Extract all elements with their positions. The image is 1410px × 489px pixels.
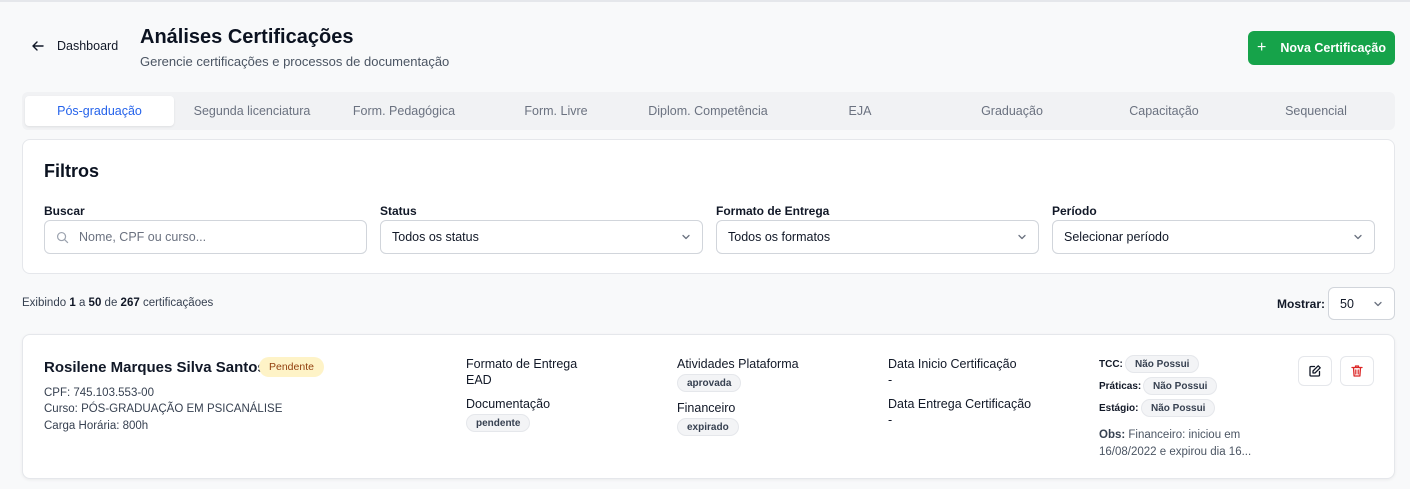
activities-label: Atividades Plataforma xyxy=(677,357,799,371)
tab-segunda-licenciatura[interactable]: Segunda licenciatura xyxy=(177,96,327,126)
chevron-down-icon xyxy=(682,234,690,240)
praticas-label: Práticas: xyxy=(1099,381,1142,392)
format-value: Todos os formatos xyxy=(728,230,831,244)
period-select[interactable]: Selecionar período xyxy=(1052,220,1375,254)
results-prefix: Exibindo xyxy=(22,297,67,309)
status-value: Todos os status xyxy=(392,230,479,244)
start-date-label: Data Inicio Certificação xyxy=(888,357,1017,371)
status-label: Status xyxy=(380,204,417,218)
page-header: Dashboard Análises Certificações Gerenci… xyxy=(0,2,1410,92)
activities-badge: aprovada xyxy=(677,374,742,392)
period-value: Selecionar período xyxy=(1064,230,1169,244)
new-certification-button[interactable]: + Nova Certificação xyxy=(1248,31,1395,65)
results-to: 50 xyxy=(88,297,102,309)
documentation-label: Documentação xyxy=(466,397,551,411)
tab-pos-graduacao[interactable]: Pós-graduação xyxy=(25,96,174,126)
page-size-select[interactable]: 50 xyxy=(1328,287,1395,320)
results-from: 1 xyxy=(69,297,76,309)
tab-sequencial[interactable]: Sequencial xyxy=(1241,96,1391,126)
tab-graduacao[interactable]: Graduação xyxy=(937,96,1087,126)
tab-form-livre[interactable]: Form. Livre xyxy=(481,96,631,126)
filters-panel: Filtros Buscar Nome, CPF ou curso... Sta… xyxy=(22,139,1395,274)
delivery-date-value: - xyxy=(888,413,893,427)
format-select[interactable]: Todos os formatos xyxy=(716,220,1039,254)
start-date-value: - xyxy=(888,373,893,387)
search-placeholder: Nome, CPF ou curso... xyxy=(79,230,207,244)
back-link[interactable]: Dashboard xyxy=(31,39,118,53)
tab-form-pedagogica[interactable]: Form. Pedagógica xyxy=(329,96,479,126)
student-name: Rosilene Marques Silva Santos xyxy=(44,359,266,376)
chevron-down-icon xyxy=(1018,234,1026,240)
results-total: 267 xyxy=(120,297,140,309)
status-badge: Pendente xyxy=(259,357,324,377)
results-suffix: certificaçãoes xyxy=(142,297,214,309)
certification-card[interactable]: Rosilene Marques Silva Santos Pendente C… xyxy=(22,334,1395,479)
tab-capacitacao[interactable]: Capacitação xyxy=(1089,96,1239,126)
delivery-date-label: Data Entrega Certificação xyxy=(888,397,1032,411)
financial-badge: expirado xyxy=(677,418,739,436)
estagio-badge: Não Possui xyxy=(1141,399,1216,417)
search-icon xyxy=(56,231,69,244)
tcc-label: TCC: xyxy=(1099,359,1123,370)
obs-label: Obs: xyxy=(1099,429,1126,441)
student-cpf: CPF: 745.103.553-00 xyxy=(44,387,154,399)
chevron-down-icon xyxy=(1354,234,1362,240)
tab-eja[interactable]: EJA xyxy=(785,96,935,126)
results-to-word: a xyxy=(78,297,86,309)
category-tabs: Pós-graduação Segunda licenciatura Form.… xyxy=(22,92,1395,130)
tcc-badge: Não Possui xyxy=(1125,355,1200,373)
page-title: Análises Certificações xyxy=(140,26,354,48)
student-hours: Carga Horária: 800h xyxy=(44,420,149,432)
arrow-left-icon xyxy=(32,41,44,51)
results-of-word: de xyxy=(104,297,118,309)
period-label: Período xyxy=(1052,204,1097,218)
filters-title: Filtros xyxy=(44,161,100,181)
status-select[interactable]: Todos os status xyxy=(380,220,703,254)
back-label: Dashboard xyxy=(57,39,119,53)
tab-diplom-competencia[interactable]: Diplom. Competência xyxy=(633,96,783,126)
page-size-label: Mostrar: xyxy=(1277,297,1326,311)
search-label: Buscar xyxy=(44,204,85,218)
format-label: Formato de Entrega xyxy=(716,204,830,218)
plus-icon: + xyxy=(1257,39,1267,56)
student-course: Curso: PÓS-GRADUAÇÃO EM PSICANÁLISE xyxy=(44,403,283,415)
search-input[interactable]: Nome, CPF ou curso... xyxy=(44,220,367,254)
page-size-value: 50 xyxy=(1340,296,1354,311)
trash-icon xyxy=(1351,365,1363,377)
observation: Obs: Financeiro: iniciou em 16/08/2022 e… xyxy=(1099,427,1274,461)
delivery-format-label: Formato de Entrega xyxy=(466,357,578,371)
praticas-badge: Não Possui xyxy=(1143,377,1218,395)
edit-button[interactable] xyxy=(1298,356,1332,386)
financial-label: Financeiro xyxy=(677,401,736,415)
results-count: Exibindo 1 a 50 de 267 certificaçãoes xyxy=(22,297,213,309)
new-certification-label: Nova Certificação xyxy=(1280,41,1386,55)
estagio-label: Estágio: xyxy=(1099,403,1139,414)
page-subtitle: Gerencie certificações e processos de do… xyxy=(140,54,450,69)
documentation-badge: pendente xyxy=(466,414,531,432)
delete-button[interactable] xyxy=(1340,356,1374,386)
delivery-format-value: EAD xyxy=(466,373,492,387)
chevron-down-icon xyxy=(1374,301,1382,307)
edit-icon xyxy=(1309,365,1321,377)
